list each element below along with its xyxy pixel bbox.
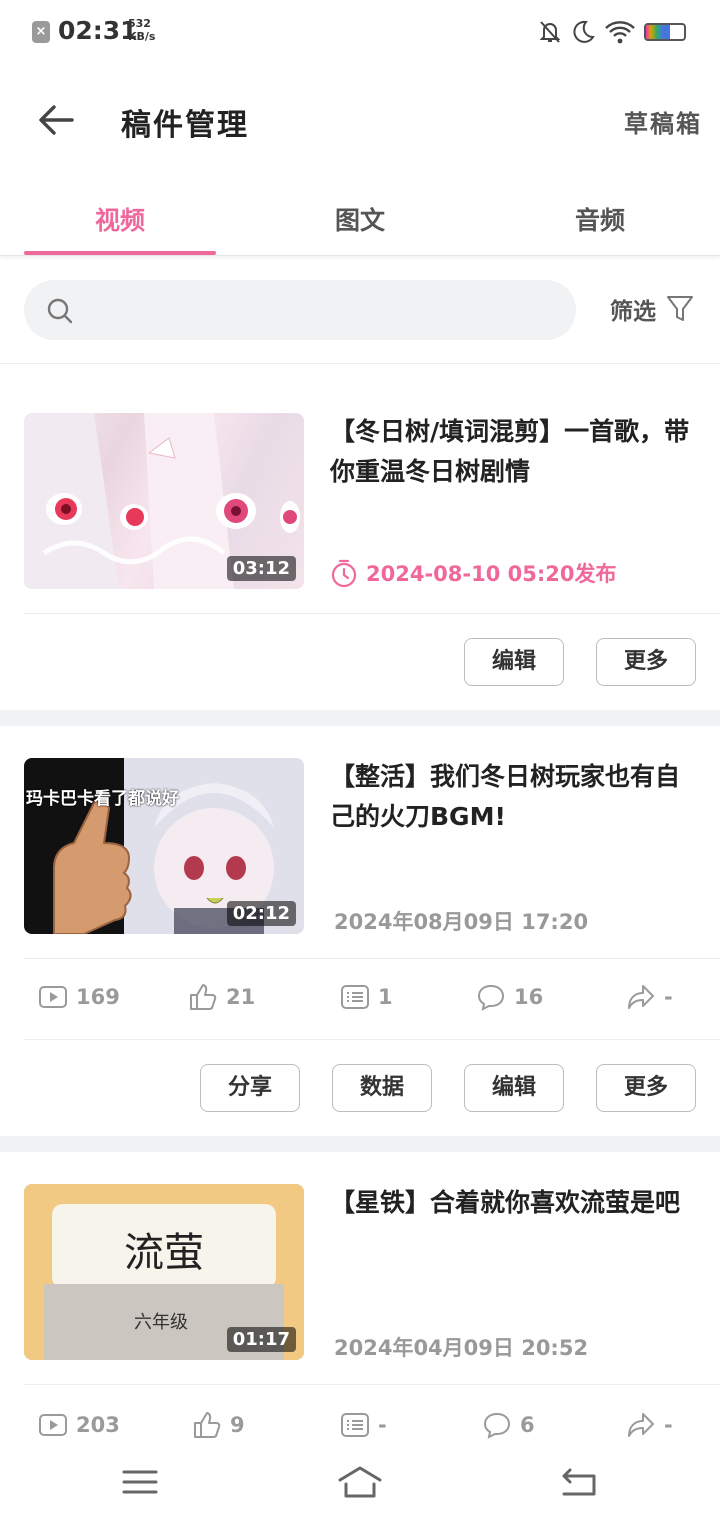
notification-close-icon: × (32, 21, 50, 43)
video-title[interactable]: 【星铁】合着就你喜欢流萤是吧 (330, 1183, 700, 1223)
stat-likes: 21 (188, 982, 255, 1012)
page-title: 稿件管理 (121, 108, 249, 143)
share-button[interactable]: 分享 (200, 1064, 300, 1112)
video-thumbnail[interactable]: 玛卡巴卡看了都说好 02:12 (24, 758, 304, 934)
funnel-icon (667, 296, 693, 321)
share-arrow-icon (628, 985, 654, 1009)
mute-bell-icon (539, 21, 561, 43)
tab-audio[interactable]: 音频 (480, 176, 720, 255)
search-row: 筛选 (0, 258, 720, 364)
video-schedule-time: 2024-08-10 05:20发布 (330, 558, 616, 588)
edit-button[interactable]: 编辑 (464, 638, 564, 686)
filter-label: 筛选 (610, 299, 656, 325)
comment-icon (483, 1412, 511, 1439)
stat-plays: 169 (38, 982, 120, 1012)
card-separator (0, 1136, 720, 1152)
video-title[interactable]: 【整活】我们冬日树玩家也有自己的火刀BGM! (330, 757, 700, 837)
play-icon (39, 1414, 67, 1436)
card-separator (0, 710, 720, 726)
stat-shares: - (626, 1410, 673, 1440)
video-publish-time: 2024年04月09日 20:52 (334, 1336, 589, 1360)
back-arrow-icon[interactable] (36, 100, 76, 140)
status-time: 02:31 (58, 16, 138, 45)
video-card: 流萤 六年级 01:17 【星铁】合着就你喜欢流萤是吧 2024年04月09日 … (0, 1152, 720, 1448)
stat-likes: 9 (192, 1410, 245, 1440)
more-button[interactable]: 更多 (596, 1064, 696, 1112)
comment-icon (477, 984, 505, 1011)
video-title[interactable]: 【冬日树/填词混剪】一首歌，带你重温冬日树剧情 (330, 412, 700, 492)
moon-icon (573, 20, 595, 43)
thumbnail-caption: 玛卡巴卡看了都说好 (26, 789, 179, 809)
divider (24, 958, 720, 959)
video-duration: 02:12 (226, 901, 296, 926)
divider (24, 1039, 720, 1040)
video-card: 玛卡巴卡看了都说好 02:12 【整活】我们冬日树玩家也有自己的火刀BGM! 2… (0, 726, 720, 1136)
stat-danmaku: 1 (340, 982, 393, 1012)
status-bar: × 02:31 532 KB/s (0, 0, 720, 64)
divider (24, 1384, 720, 1385)
stat-comments: 6 (482, 1410, 535, 1440)
stat-plays: 203 (38, 1410, 120, 1440)
drafts-button[interactable]: 草稿箱 (624, 104, 702, 139)
search-input[interactable] (24, 280, 576, 340)
stat-danmaku: - (340, 1410, 387, 1440)
thumbnail-grade: 六年级 (134, 1312, 188, 1333)
status-icons (538, 18, 686, 46)
more-button[interactable]: 更多 (596, 638, 696, 686)
app-header: 稿件管理 草稿箱 (0, 64, 720, 176)
battery-icon (644, 23, 686, 41)
thumbnail-title: 流萤 (124, 1230, 204, 1276)
thumbs-up-icon (194, 1412, 221, 1438)
timer-icon (331, 559, 357, 588)
thumbs-up-icon (190, 984, 217, 1010)
stat-shares: - (626, 982, 673, 1012)
divider (24, 613, 720, 614)
content-type-tabs: 视频 图文 音频 (0, 176, 720, 256)
edit-button[interactable]: 编辑 (464, 1064, 564, 1112)
video-thumbnail[interactable]: 流萤 六年级 01:17 (24, 1184, 304, 1360)
play-icon (39, 986, 67, 1008)
wifi-icon (605, 21, 635, 44)
danmaku-icon (341, 1413, 369, 1437)
stat-comments: 16 (476, 982, 543, 1012)
video-duration: 01:17 (226, 1327, 296, 1352)
tab-article[interactable]: 图文 (240, 176, 480, 255)
video-duration: 03:12 (226, 556, 296, 581)
filter-button[interactable]: 筛选 (610, 292, 694, 326)
menu-icon[interactable] (118, 1462, 162, 1502)
video-card: 03:12 【冬日树/填词混剪】一首歌，带你重温冬日树剧情 2024-08-10… (0, 364, 720, 710)
video-thumbnail[interactable]: 03:12 (24, 413, 304, 589)
share-arrow-icon (628, 1413, 654, 1437)
home-icon[interactable] (338, 1462, 382, 1502)
search-icon (47, 298, 73, 324)
danmaku-icon (341, 985, 369, 1009)
system-nav-bar (0, 1448, 720, 1520)
back-icon[interactable] (558, 1462, 602, 1502)
video-publish-time: 2024年08月09日 17:20 (334, 910, 589, 934)
tab-video[interactable]: 视频 (0, 176, 240, 255)
network-speed: 532 KB/s (128, 17, 156, 43)
data-button[interactable]: 数据 (332, 1064, 432, 1112)
